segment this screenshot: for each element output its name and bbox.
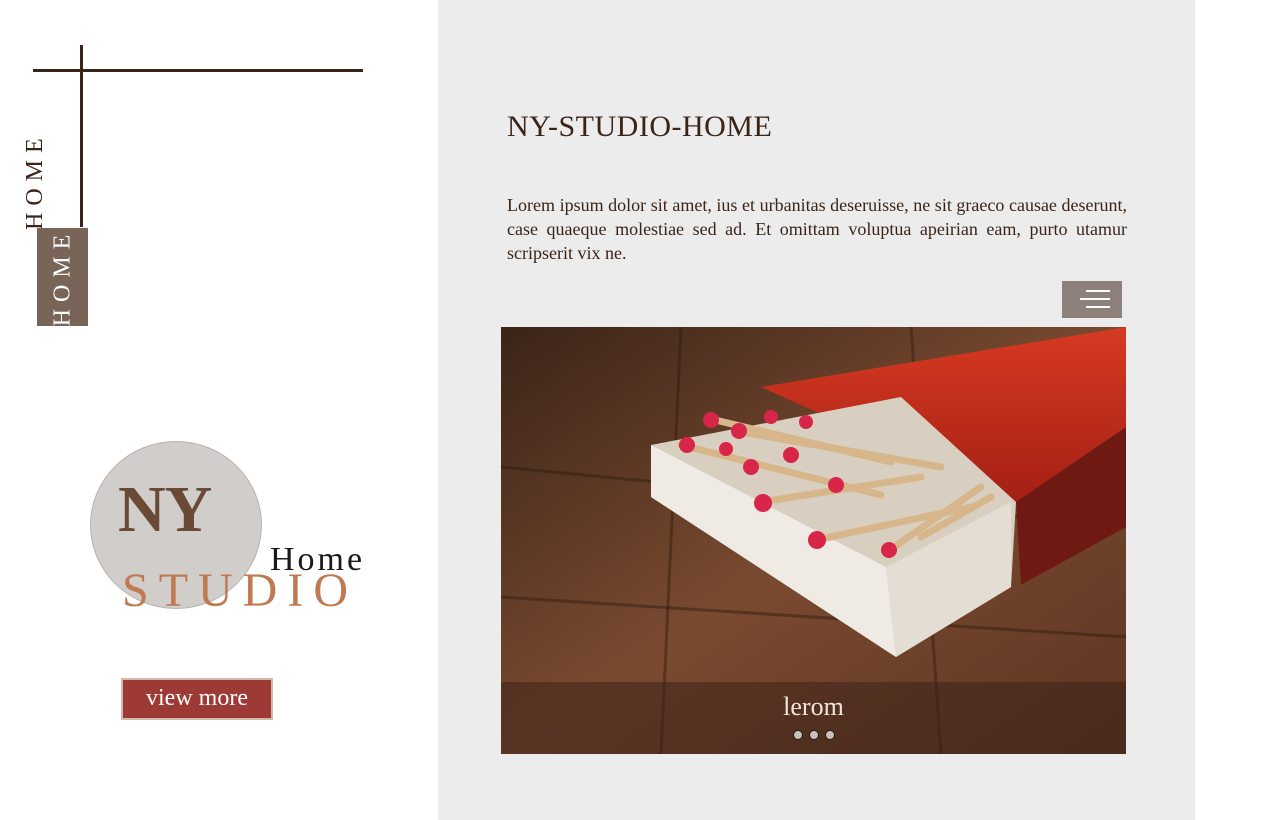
slider-caption-bar: lerom (501, 682, 1126, 754)
slider-dot-3[interactable] (824, 730, 835, 740)
intro-text: Lorem ipsum dolor sit amet, ius et urban… (507, 195, 1127, 263)
left-panel: HOME HOME NY Home STUDIO view more (0, 0, 438, 820)
menu-button[interactable] (1062, 281, 1122, 318)
home-nav-box[interactable]: HOME (37, 228, 88, 326)
logo-ny-text: NY (118, 473, 212, 546)
slider-dot-1[interactable] (792, 730, 803, 740)
decorative-vertical-line (80, 45, 83, 227)
right-margin (1195, 0, 1280, 820)
logo-studio-text: STUDIO (122, 564, 358, 617)
view-more-button[interactable]: view more (121, 678, 273, 720)
image-slider[interactable]: lerom (501, 327, 1126, 754)
slider-dots (501, 730, 1126, 740)
slider-dot-2[interactable] (808, 730, 819, 740)
page-title: NY-STUDIO-HOME (507, 110, 773, 143)
slider-caption: lerom (783, 692, 844, 721)
main-content: NY-STUDIO-HOME Lorem ipsum dolor sit ame… (438, 0, 1195, 820)
vertical-home-text: HOME (22, 131, 48, 230)
home-nav-label: HOME (49, 227, 75, 327)
